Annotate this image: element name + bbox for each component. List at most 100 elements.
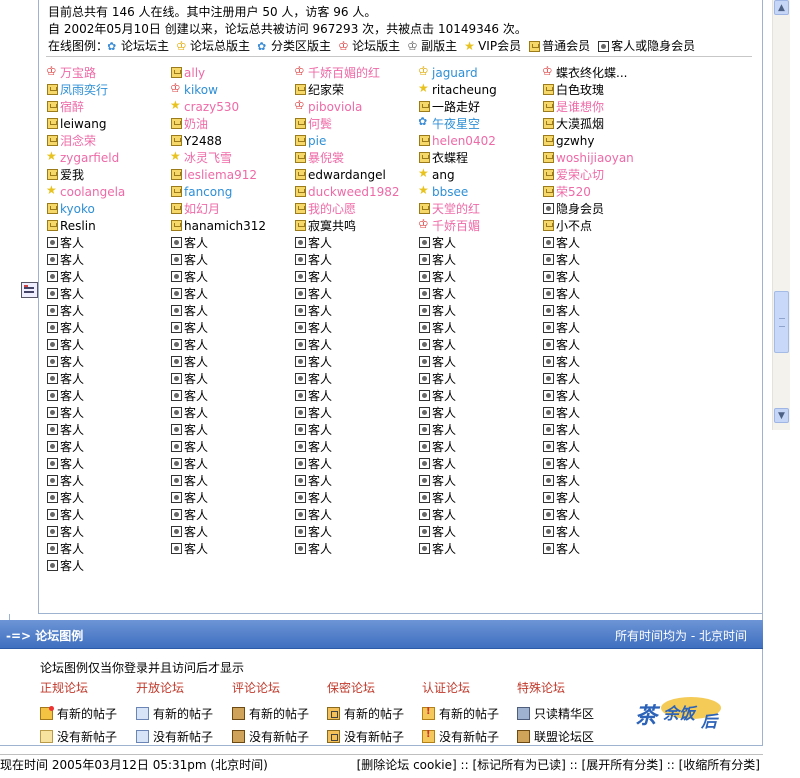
online-user-name[interactable]: 千娇百媚 [432, 217, 480, 234]
online-user-name[interactable]: 爱荣心切 [556, 166, 604, 183]
online-user-name[interactable]: 天堂的红 [432, 200, 480, 217]
online-user-name[interactable]: 客人 [60, 302, 84, 319]
online-user-name[interactable]: 暴倪裳 [308, 149, 344, 166]
online-user-name[interactable]: 客人 [556, 370, 580, 387]
online-user-name[interactable]: 泪念荣 [60, 132, 96, 149]
online-user-name[interactable]: 午夜星空 [432, 115, 480, 132]
online-user-name[interactable]: coolangela [60, 185, 125, 199]
online-user[interactable]: 白色玫瑰 [543, 81, 667, 98]
online-user-name[interactable]: 冰灵飞雪 [184, 149, 232, 166]
online-user[interactable]: 客人 [47, 370, 171, 387]
online-user[interactable]: 客人 [171, 268, 295, 285]
online-user-name[interactable]: 客人 [432, 268, 456, 285]
online-user[interactable]: 客人 [171, 387, 295, 404]
online-user-name[interactable]: 客人 [432, 387, 456, 404]
online-user[interactable]: 客人 [47, 251, 171, 268]
online-user-name[interactable]: 客人 [60, 455, 84, 472]
online-user[interactable]: 客人 [543, 387, 667, 404]
online-user-name[interactable]: 客人 [432, 370, 456, 387]
online-user[interactable]: ang [419, 166, 543, 183]
online-user[interactable]: 寂寞共鸣 [295, 217, 419, 234]
online-user[interactable]: 客人 [171, 523, 295, 540]
online-user[interactable]: 客人 [419, 438, 543, 455]
online-user[interactable]: woshijiaoyan [543, 149, 667, 166]
online-user[interactable]: 客人 [419, 353, 543, 370]
online-user[interactable]: 客人 [419, 489, 543, 506]
vertical-scrollbar[interactable]: ▲ ▼ [772, 0, 790, 430]
online-user-name[interactable]: kikow [184, 83, 218, 97]
online-user-name[interactable]: 客人 [60, 506, 84, 523]
online-user[interactable]: coolangela [47, 183, 171, 200]
online-user-name[interactable]: gzwhy [556, 134, 594, 148]
online-user-name[interactable]: woshijiaoyan [556, 151, 634, 165]
online-user[interactable]: 衣蝶程 [419, 149, 543, 166]
online-user-name[interactable]: lesliema912 [184, 168, 257, 182]
online-user[interactable]: 客人 [47, 387, 171, 404]
online-user[interactable]: 客人 [47, 472, 171, 489]
online-user-name[interactable]: 客人 [184, 268, 208, 285]
online-user-name[interactable]: 客人 [308, 523, 332, 540]
online-user[interactable]: 客人 [171, 455, 295, 472]
online-user[interactable]: 客人 [171, 489, 295, 506]
online-user-name[interactable]: ang [432, 168, 455, 182]
online-user[interactable]: 客人 [543, 523, 667, 540]
online-user-name[interactable]: 客人 [184, 540, 208, 557]
online-user[interactable]: 客人 [295, 353, 419, 370]
online-user-name[interactable]: fancong [184, 185, 232, 199]
online-user-name[interactable]: 客人 [184, 472, 208, 489]
online-user[interactable]: 客人 [419, 404, 543, 421]
online-user-name[interactable]: 一路走好 [432, 98, 480, 115]
online-user-name[interactable]: 客人 [556, 234, 580, 251]
online-user[interactable]: lesliema912 [171, 166, 295, 183]
online-user-name[interactable]: 客人 [308, 455, 332, 472]
online-user[interactable]: 客人 [171, 285, 295, 302]
online-user[interactable]: 客人 [543, 336, 667, 353]
online-user[interactable]: 客人 [47, 404, 171, 421]
online-user[interactable]: 客人 [295, 438, 419, 455]
online-user-name[interactable]: 客人 [556, 506, 580, 523]
online-user-name[interactable]: 客人 [308, 387, 332, 404]
online-user[interactable]: kikow [171, 81, 295, 98]
online-user-name[interactable]: zygarfield [60, 151, 119, 165]
online-user[interactable]: 客人 [419, 285, 543, 302]
online-user[interactable]: 一路走好 [419, 98, 543, 115]
online-user[interactable]: bbsee [419, 183, 543, 200]
online-user[interactable]: 客人 [171, 302, 295, 319]
online-user-name[interactable]: duckweed1982 [308, 185, 400, 199]
scroll-thumb[interactable] [774, 291, 789, 353]
online-user-name[interactable]: 爱我 [60, 166, 84, 183]
online-user-name[interactable]: ally [184, 66, 205, 80]
online-user-name[interactable]: 千娇百媚的红 [308, 64, 380, 81]
online-user[interactable]: 客人 [543, 472, 667, 489]
online-user[interactable]: 客人 [543, 438, 667, 455]
online-user-name[interactable]: jaguard [432, 66, 478, 80]
online-user-name[interactable]: bbsee [432, 185, 468, 199]
online-user-name[interactable]: 客人 [184, 251, 208, 268]
online-user-name[interactable]: 衣蝶程 [432, 149, 468, 166]
online-user[interactable]: 客人 [47, 523, 171, 540]
online-user-name[interactable]: 客人 [432, 404, 456, 421]
online-user-name[interactable]: 蝶衣终化蝶... [556, 64, 627, 81]
scroll-down-button[interactable]: ▼ [774, 408, 789, 423]
online-user[interactable]: 客人 [419, 387, 543, 404]
online-user-name[interactable]: 客人 [60, 234, 84, 251]
online-user[interactable]: 午夜星空 [419, 115, 543, 132]
online-user-name[interactable]: 客人 [308, 336, 332, 353]
online-user[interactable]: 荣520 [543, 183, 667, 200]
online-user-name[interactable]: crazy530 [184, 100, 239, 114]
online-user-name[interactable]: 客人 [432, 285, 456, 302]
online-user[interactable]: 客人 [295, 336, 419, 353]
online-user-name[interactable]: leiwang [60, 117, 106, 131]
online-user[interactable]: 爱荣心切 [543, 166, 667, 183]
online-user-name[interactable]: 客人 [308, 319, 332, 336]
online-user[interactable]: 客人 [419, 540, 543, 557]
online-user-name[interactable]: 客人 [556, 404, 580, 421]
online-user-name[interactable]: 如幻月 [184, 200, 220, 217]
online-user-name[interactable]: hanamich312 [184, 219, 266, 233]
online-user[interactable]: 客人 [47, 540, 171, 557]
online-user-name[interactable]: 客人 [556, 353, 580, 370]
online-user[interactable]: 千娇百媚的红 [295, 64, 419, 81]
online-user[interactable]: 客人 [543, 370, 667, 387]
online-user[interactable]: 客人 [295, 421, 419, 438]
online-user[interactable]: 客人 [543, 506, 667, 523]
